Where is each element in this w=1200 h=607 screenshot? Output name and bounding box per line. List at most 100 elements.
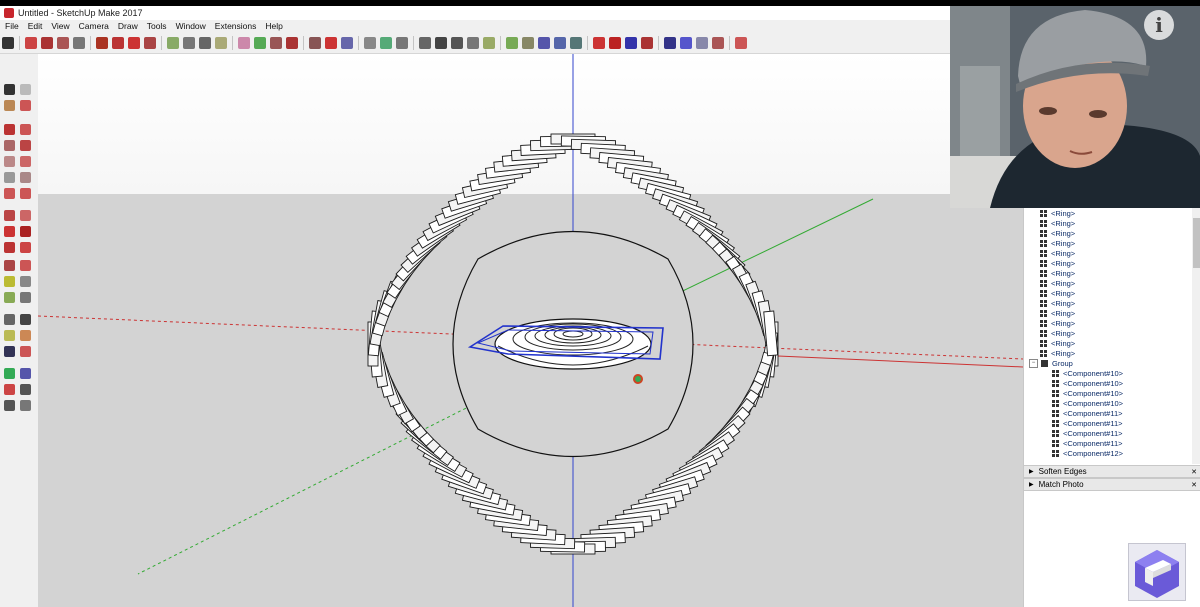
close-icon[interactable]: ✕ xyxy=(1191,468,1197,476)
tool-icon[interactable] xyxy=(20,314,31,325)
toolbar-tool-icon[interactable] xyxy=(696,37,708,49)
toolbar-tool-icon[interactable] xyxy=(128,37,140,49)
outliner-scrollbar[interactable] xyxy=(1192,208,1200,464)
menu-help[interactable]: Help xyxy=(260,21,286,31)
toolbar-tool-icon[interactable] xyxy=(286,37,298,49)
outliner-component-row[interactable]: <Ring> xyxy=(1024,218,1192,228)
outliner-component-row[interactable]: <Ring> xyxy=(1024,348,1192,358)
tool-icon[interactable] xyxy=(20,384,31,395)
tool-icon[interactable] xyxy=(20,124,31,135)
menu-edit[interactable]: Edit xyxy=(23,21,47,31)
tool-icon[interactable] xyxy=(4,368,15,379)
tool-icon[interactable] xyxy=(20,140,31,151)
tool-icon[interactable] xyxy=(4,276,15,287)
toolbar-tool-icon[interactable] xyxy=(215,37,227,49)
outliner-component-row[interactable]: <Component#11> xyxy=(1024,428,1192,438)
outliner-tree[interactable]: <Ring> <Ring> <Ring> <Ring> <Ring> <Ring> <Rin… xyxy=(1024,208,1192,464)
toolbar-tool-icon[interactable] xyxy=(554,37,566,49)
tool-icon[interactable] xyxy=(4,260,15,271)
tool-icon[interactable] xyxy=(4,314,15,325)
toolbar-tool-icon[interactable] xyxy=(570,37,582,49)
toolbar-tool-icon[interactable] xyxy=(112,37,124,49)
toolbar-tool-icon[interactable] xyxy=(467,37,479,49)
outliner-component-row[interactable]: <Ring> xyxy=(1024,258,1192,268)
tool-icon[interactable] xyxy=(20,84,31,95)
toolbar-tool-icon[interactable] xyxy=(2,37,14,49)
toolbar-tool-icon[interactable] xyxy=(238,37,250,49)
toolbar-tool-icon[interactable] xyxy=(609,37,621,49)
menu-draw[interactable]: Draw xyxy=(113,21,142,31)
outliner-component-row[interactable]: <Ring> xyxy=(1024,278,1192,288)
toolbar-tool-icon[interactable] xyxy=(144,37,156,49)
outliner-component-row[interactable]: <Component#11> xyxy=(1024,438,1192,448)
toolbar-tool-icon[interactable] xyxy=(309,37,321,49)
tool-icon[interactable] xyxy=(20,156,31,167)
toolbar-tool-icon[interactable] xyxy=(380,37,392,49)
toolbar-tool-icon[interactable] xyxy=(199,37,211,49)
outliner-component-row[interactable]: <Ring> xyxy=(1024,308,1192,318)
toolbar-tool-icon[interactable] xyxy=(396,37,408,49)
tray-soften-edges[interactable]: ▶ Soften Edges ✕ xyxy=(1024,465,1200,478)
tool-icon[interactable] xyxy=(20,172,31,183)
toolbar-tool-icon[interactable] xyxy=(167,37,179,49)
toolbar-tool-icon[interactable] xyxy=(183,37,195,49)
scrollbar-thumb[interactable] xyxy=(1193,218,1200,268)
tray-match-photo[interactable]: ▶ Match Photo ✕ xyxy=(1024,478,1200,491)
outliner-component-row[interactable]: <Component#10> xyxy=(1024,368,1192,378)
tool-icon[interactable] xyxy=(20,368,31,379)
toolbar-tool-icon[interactable] xyxy=(364,37,376,49)
outliner-component-row[interactable]: <Ring> xyxy=(1024,208,1192,218)
toolbar-tool-icon[interactable] xyxy=(538,37,550,49)
tool-icon[interactable] xyxy=(4,188,15,199)
outliner-component-row[interactable]: <Component#10> xyxy=(1024,398,1192,408)
toolbar-tool-icon[interactable] xyxy=(341,37,353,49)
tool-icon[interactable] xyxy=(4,172,15,183)
close-icon[interactable]: ✕ xyxy=(1191,481,1197,489)
menu-view[interactable]: View xyxy=(46,21,73,31)
toolbar-tool-icon[interactable] xyxy=(254,37,266,49)
toolbar-tool-icon[interactable] xyxy=(641,37,653,49)
tool-icon[interactable] xyxy=(20,292,31,303)
outliner-component-row[interactable]: <Ring> xyxy=(1024,328,1192,338)
tool-icon[interactable] xyxy=(20,242,31,253)
tool-icon[interactable] xyxy=(20,226,31,237)
toolbar-tool-icon[interactable] xyxy=(506,37,518,49)
tool-icon[interactable] xyxy=(4,140,15,151)
menu-window[interactable]: Window xyxy=(171,21,210,31)
toolbar-tool-icon[interactable] xyxy=(41,37,53,49)
toolbar-tool-icon[interactable] xyxy=(625,37,637,49)
toolbar-tool-icon[interactable] xyxy=(435,37,447,49)
tool-icon[interactable] xyxy=(4,210,15,221)
menu-extensions[interactable]: Extensions xyxy=(210,21,261,31)
menu-file[interactable]: File xyxy=(0,21,23,31)
toolbar-tool-icon[interactable] xyxy=(25,37,37,49)
tool-icon[interactable] xyxy=(4,84,15,95)
outliner-component-row[interactable]: <Component#11> xyxy=(1024,408,1192,418)
tool-icon[interactable] xyxy=(4,330,15,341)
tool-icon[interactable] xyxy=(4,292,15,303)
tool-icon[interactable] xyxy=(20,330,31,341)
toolbar-tool-icon[interactable] xyxy=(325,37,337,49)
toolbar-tool-icon[interactable] xyxy=(735,37,747,49)
outliner-component-row[interactable]: <Ring> xyxy=(1024,318,1192,328)
toolbar-tool-icon[interactable] xyxy=(270,37,282,49)
tool-icon[interactable] xyxy=(4,124,15,135)
tool-icon[interactable] xyxy=(4,100,15,111)
outliner-component-row[interactable]: <Ring> xyxy=(1024,248,1192,258)
outliner-component-row[interactable]: <Component#11> xyxy=(1024,418,1192,428)
toolbar-tool-icon[interactable] xyxy=(57,37,69,49)
outliner-component-row[interactable]: <Component#10> xyxy=(1024,378,1192,388)
outliner-component-row[interactable]: <Component#10> xyxy=(1024,388,1192,398)
info-button[interactable]: i xyxy=(1144,10,1174,40)
tool-icon[interactable] xyxy=(20,100,31,111)
tool-icon[interactable] xyxy=(4,400,15,411)
toolbar-tool-icon[interactable] xyxy=(712,37,724,49)
tool-icon[interactable] xyxy=(4,156,15,167)
tool-icon[interactable] xyxy=(4,242,15,253)
outliner-component-row[interactable]: <Ring> xyxy=(1024,228,1192,238)
toolbar-tool-icon[interactable] xyxy=(96,37,108,49)
outliner-component-row[interactable]: <Ring> xyxy=(1024,238,1192,248)
collapse-toggle-icon[interactable]: − xyxy=(1029,358,1038,368)
menu-tools[interactable]: Tools xyxy=(142,21,171,31)
model-viewport[interactable] xyxy=(38,54,1023,607)
